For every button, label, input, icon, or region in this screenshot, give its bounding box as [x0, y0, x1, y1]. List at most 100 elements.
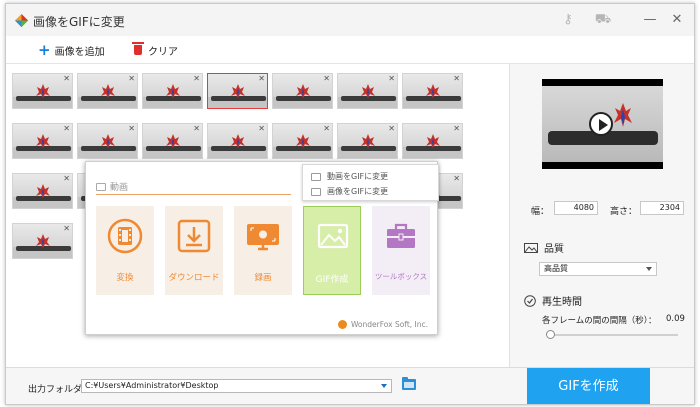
image-thumbnail[interactable]: ✕: [77, 123, 138, 159]
card-gif-maker[interactable]: GIF作成: [303, 206, 361, 295]
remove-icon[interactable]: ✕: [63, 224, 70, 233]
quality-heading: 品質: [524, 240, 564, 255]
width-input[interactable]: 4080: [554, 201, 598, 215]
image-thumbnail[interactable]: ✕: [12, 73, 73, 109]
screen-record-icon: [247, 224, 279, 251]
title-bar: 画像をGIFに変更 ⚷ ⛟ — ✕: [6, 4, 694, 36]
mountain-icon: [524, 242, 538, 253]
film-icon: [96, 182, 106, 191]
clear-label: クリア: [148, 46, 178, 58]
card-label: ダウンロード: [168, 273, 220, 283]
clear-button[interactable]: クリア: [132, 42, 178, 58]
image-thumbnail[interactable]: ✕: [272, 123, 333, 159]
image-thumbnail[interactable]: ✕: [337, 123, 398, 159]
open-folder-icon[interactable]: [402, 377, 416, 390]
gif-submenu: 動画をGIFに変更 画像をGIFに変更: [302, 164, 439, 201]
chevron-down-icon: [646, 267, 652, 271]
image-thumbnail[interactable]: ✕: [207, 73, 268, 109]
output-path: C:¥Users¥Administrator¥Desktop: [85, 381, 219, 390]
interval-slider-track[interactable]: [550, 334, 678, 336]
close-button[interactable]: ✕: [666, 10, 688, 30]
image-thumbnail[interactable]: ✕: [402, 123, 463, 159]
playtime-title: 再生時間: [542, 297, 582, 308]
image-icon: [311, 187, 321, 196]
card-download[interactable]: ダウンロード: [165, 206, 223, 295]
image-thumbnail[interactable]: ✕: [207, 123, 268, 159]
convert-film-icon: [107, 218, 143, 254]
image-thumbnail[interactable]: ✕: [402, 73, 463, 109]
remove-icon[interactable]: ✕: [128, 74, 135, 83]
brand-credit: WonderFox Soft, Inc.: [337, 320, 428, 329]
popup-header-label: 動画: [110, 183, 129, 193]
image-thumbnail[interactable]: ✕: [142, 123, 203, 159]
image-thumbnail[interactable]: ✕: [272, 73, 333, 109]
remove-icon[interactable]: ✕: [258, 124, 265, 133]
image-thumbnail[interactable]: ✕: [77, 73, 138, 109]
remove-icon[interactable]: ✕: [453, 74, 460, 83]
card-record[interactable]: 録画: [234, 206, 292, 295]
remove-icon[interactable]: ✕: [453, 124, 460, 133]
remove-icon[interactable]: ✕: [323, 124, 330, 133]
image-thumbnail[interactable]: ✕: [12, 123, 73, 159]
card-label: GIF作成: [315, 275, 349, 285]
crab-figure: [614, 103, 632, 127]
crab-figure: [426, 84, 440, 98]
card-label: ツールボックス: [374, 272, 428, 281]
brand-label: WonderFox Soft, Inc.: [350, 320, 428, 329]
remove-icon[interactable]: ✕: [63, 174, 70, 183]
play-icon[interactable]: [589, 112, 613, 136]
crab-figure: [36, 84, 50, 98]
submenu-item-image-to-gif[interactable]: 画像をGIFに変更: [311, 186, 388, 197]
create-gif-button[interactable]: GIFを作成: [527, 368, 650, 404]
remove-icon[interactable]: ✕: [323, 74, 330, 83]
minimize-button[interactable]: —: [639, 10, 661, 30]
image-thumbnail[interactable]: ✕: [142, 73, 203, 109]
crab-figure: [36, 184, 50, 198]
remove-icon[interactable]: ✕: [128, 124, 135, 133]
crab-figure: [361, 84, 375, 98]
gif-image-icon: [317, 223, 349, 249]
crab-figure: [36, 134, 50, 148]
quality-title: 品質: [544, 244, 564, 255]
cart-icon[interactable]: ⛟: [594, 11, 612, 29]
app-window: 画像をGIFに変更 ⚷ ⛟ — ✕ + 画像を追加 クリア ✕ ✕ ✕ ✕ ✕ ✕ ✕ ✕ ✕ ✕…: [5, 3, 695, 405]
crab-figure: [101, 134, 115, 148]
clock-check-icon: [524, 294, 536, 307]
window-title: 画像をGIFに変更: [33, 15, 125, 29]
output-folder-input[interactable]: C:¥Users¥Administrator¥Desktop: [81, 379, 392, 393]
crab-figure: [296, 134, 310, 148]
add-image-button[interactable]: + 画像を追加: [38, 42, 105, 58]
app-logo-icon: [14, 13, 29, 28]
key-icon[interactable]: ⚷: [559, 11, 577, 29]
chevron-down-icon[interactable]: [381, 384, 387, 388]
card-label: 変換: [116, 273, 134, 283]
remove-icon[interactable]: ✕: [63, 124, 70, 133]
submenu-item-label: 動画をGIFに変更: [327, 172, 389, 181]
width-label: 幅：: [531, 207, 550, 217]
tool-popup: 動画 動画をGIFに変更 画像をGIFに変更 変換 ダウンロード 録画 GIF作…: [85, 161, 439, 335]
card-convert[interactable]: 変換: [96, 206, 154, 295]
card-label: 録画: [254, 273, 272, 283]
remove-icon[interactable]: ✕: [258, 74, 265, 83]
remove-icon[interactable]: ✕: [388, 124, 395, 133]
remove-icon[interactable]: ✕: [193, 74, 200, 83]
settings-panel: 幅： 4080 高さ： 2304 品質 高品質 再生時間 各フレームの間の間隔（…: [509, 64, 694, 367]
image-thumbnail[interactable]: ✕: [12, 223, 73, 259]
toolbar: + 画像を追加 クリア: [6, 36, 694, 64]
remove-icon[interactable]: ✕: [453, 174, 460, 183]
image-thumbnail[interactable]: ✕: [337, 73, 398, 109]
image-thumbnail[interactable]: ✕: [12, 173, 73, 209]
remove-icon[interactable]: ✕: [193, 124, 200, 133]
height-input[interactable]: 2304: [640, 201, 684, 215]
card-toolbox[interactable]: ツールボックス: [372, 206, 430, 295]
crab-figure: [426, 134, 440, 148]
submenu-item-video-to-gif[interactable]: 動画をGIFに変更: [311, 171, 388, 182]
wonderfox-logo-icon: [337, 320, 347, 329]
crab-figure: [361, 134, 375, 148]
interval-slider-handle[interactable]: [546, 330, 555, 339]
quality-select[interactable]: 高品質: [539, 262, 657, 276]
preview-player[interactable]: [542, 79, 663, 169]
remove-icon[interactable]: ✕: [63, 74, 70, 83]
remove-icon[interactable]: ✕: [388, 74, 395, 83]
toolbox-icon: [387, 223, 415, 248]
